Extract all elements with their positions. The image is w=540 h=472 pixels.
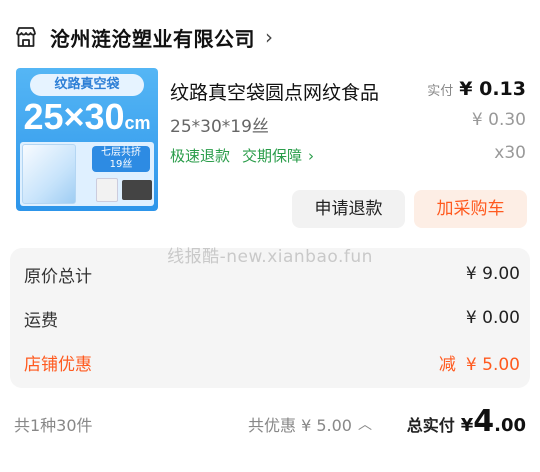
shop-name[interactable]: 沧州涟沧塑业有限公司 bbox=[50, 23, 255, 52]
product-image[interactable]: 纹路真空袋 25×30cm 七层共挤 19丝 bbox=[16, 68, 158, 211]
total-paid-label: 总实付 bbox=[406, 416, 455, 435]
product-image-label: 纹路真空袋 bbox=[30, 74, 144, 96]
service-tag: 极速退款 bbox=[170, 147, 231, 165]
chevron-right-icon[interactable]: › bbox=[265, 25, 273, 49]
summary-value: ¥ 0.00 bbox=[465, 308, 520, 328]
original-price: ¥ 0.30 bbox=[471, 110, 526, 130]
summary-value: 减 ¥ 5.00 bbox=[438, 354, 520, 375]
item-count: 共1种30件 bbox=[14, 416, 93, 435]
quantity: x30 bbox=[494, 143, 526, 163]
discount-prefix: 减 bbox=[438, 354, 456, 375]
chevron-right-icon: › bbox=[308, 146, 315, 165]
total-paid: 总实付 ¥ 4 .00 bbox=[406, 404, 526, 439]
sealer-illustration bbox=[122, 180, 152, 200]
product-image-size: 25×30cm bbox=[23, 96, 151, 137]
summary-value: ¥ 9.00 bbox=[465, 264, 520, 284]
chevron-up-icon: ︿ bbox=[357, 417, 372, 433]
shop-header[interactable]: 沧州涟沧塑业有限公司 › bbox=[14, 20, 273, 54]
summary-label: 运费 bbox=[24, 310, 58, 331]
paid-label: 实付 bbox=[427, 84, 454, 99]
product-title[interactable]: 纹路真空袋圆点网纹食品 bbox=[170, 78, 379, 105]
paid-amount: ¥ 0.13 bbox=[459, 78, 526, 100]
order-footer: 共1种30件 共优惠 ¥ 5.00 ︿ 总实付 ¥ 4 .00 bbox=[0, 404, 540, 444]
summary-row-shipping: 运费 ¥ 0.00 bbox=[24, 304, 520, 332]
price-summary: 原价总计 ¥ 9.00 运费 ¥ 0.00 店铺优惠 减 ¥ 5.00 bbox=[10, 248, 530, 388]
total-discount[interactable]: 共优惠 ¥ 5.00 ︿ bbox=[248, 412, 372, 436]
service-tags[interactable]: 极速退款 交期保障 › bbox=[170, 145, 314, 166]
product-image-layer-badge: 七层共挤 19丝 bbox=[92, 146, 150, 172]
add-to-cart-button[interactable]: 加采购车 bbox=[414, 190, 527, 228]
bag-illustration bbox=[22, 144, 76, 204]
summary-label: 店铺优惠 bbox=[24, 354, 92, 375]
shop-icon bbox=[14, 25, 38, 49]
summary-row-shop-discount: 店铺优惠 减 ¥ 5.00 bbox=[24, 348, 520, 376]
apply-refund-button[interactable]: 申请退款 bbox=[292, 190, 405, 228]
service-tag: 交期保障 bbox=[242, 147, 303, 165]
machine-illustration bbox=[96, 178, 118, 202]
watermark: 线报酷-new.xianbao.fun bbox=[167, 247, 373, 267]
product-spec: 25*30*19丝 bbox=[170, 117, 269, 137]
paid-price: 实付 ¥ 0.13 bbox=[427, 78, 526, 100]
